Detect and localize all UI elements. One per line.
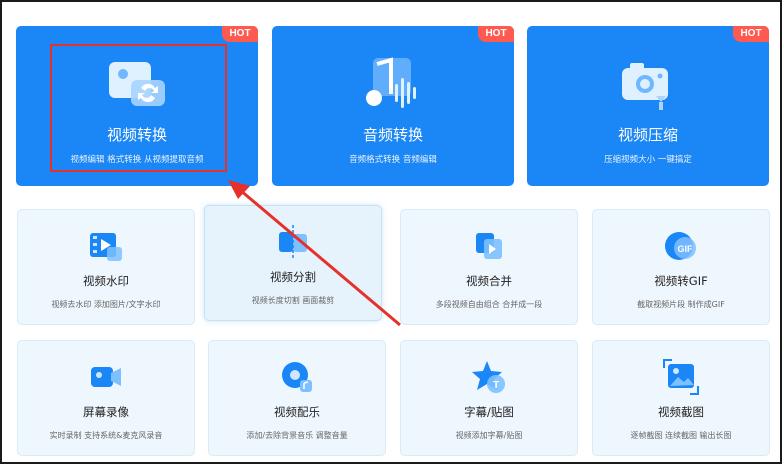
video-split-icon (279, 225, 307, 259)
video-compress-card[interactable]: HOT 视频压缩 压缩视频大小 一键搞定 (527, 26, 769, 186)
video-screenshot-card[interactable]: 视频截图 逐帧截图 连续截图 输出长图 (592, 340, 770, 456)
tool-title: 字幕/贴图 (464, 405, 514, 419)
audio-convert-card[interactable]: HOT 音频转换 音频格式转换 音频编辑 (272, 26, 514, 186)
card-description: 压缩视频大小 一键搞定 (604, 155, 692, 165)
tool-description: 视频长度切割 画面裁剪 (251, 296, 335, 305)
tool-description: 视频添加字幕/贴图 (455, 431, 523, 440)
card-title: 视频压缩 (617, 126, 678, 144)
tool-title: 视频分割 (270, 270, 316, 284)
video-screenshot-icon (663, 359, 699, 395)
tool-description: 视频去水印 添加图片/文字水印 (51, 300, 161, 309)
tool-title: 视频转GIF (654, 274, 708, 288)
tool-title: 视频配乐 (274, 405, 320, 419)
video-merge-icon (476, 233, 502, 259)
tool-title: 视频合并 (466, 274, 512, 288)
video-compress-icon (622, 63, 668, 110)
svg-text:GIF: GIF (678, 244, 694, 254)
hot-badge: HOT (222, 26, 258, 42)
tool-title: 视频截图 (658, 405, 704, 419)
hot-badge: HOT (478, 26, 514, 42)
card-title: 音频转换 (362, 126, 423, 144)
screen-record-icon (91, 367, 121, 387)
audio-convert-icon (366, 57, 416, 108)
video-convert-icon (109, 62, 165, 106)
tool-description: 截取视频片段 制作成GIF (637, 300, 725, 309)
screen-record-card[interactable]: 屏幕录像 实时录制 支持系统&麦克风录音 (17, 340, 195, 456)
tool-description: 逐帧截图 连续截图 输出长图 (630, 431, 732, 440)
video-music-card[interactable]: 视频配乐 添加/去除背景音乐 调整音量 (208, 340, 386, 456)
tool-title: 视频水印 (83, 274, 129, 288)
subtitle-sticker-icon: T (472, 361, 505, 393)
subtitle-sticker-card[interactable]: T 字幕/贴图 视频添加字幕/贴图 (400, 340, 578, 456)
svg-text:T: T (493, 380, 499, 391)
tool-title: 屏幕录像 (83, 405, 129, 419)
video-split-card[interactable]: 视频分割 视频长度切割 画面裁剪 (204, 205, 382, 321)
gif-icon: GIF (665, 232, 696, 260)
card-description: 音频格式转换 音频编辑 (349, 155, 437, 165)
video-watermark-card[interactable]: 视频水印 视频去水印 添加图片/文字水印 (17, 209, 195, 325)
video-convert-card[interactable]: HOT 视频转换 视频编辑 格式转换 从视频提取音频 (16, 26, 258, 186)
video-to-gif-card[interactable]: GIF 视频转GIF 截取视频片段 制作成GIF (592, 209, 770, 325)
tool-description: 添加/去除背景音乐 调整音量 (246, 431, 348, 440)
video-merge-card[interactable]: 视频合并 多段视频自由组合 合并成一段 (400, 209, 578, 325)
tool-description: 实时录制 支持系统&麦克风录音 (49, 431, 163, 440)
hot-badge: HOT (733, 26, 769, 42)
card-title: 视频转换 (106, 126, 167, 144)
video-music-icon (282, 362, 312, 392)
video-watermark-icon (90, 233, 122, 261)
tool-description: 多段视频自由组合 合并成一段 (435, 300, 543, 309)
card-description: 视频编辑 格式转换 从视频提取音频 (70, 155, 204, 165)
